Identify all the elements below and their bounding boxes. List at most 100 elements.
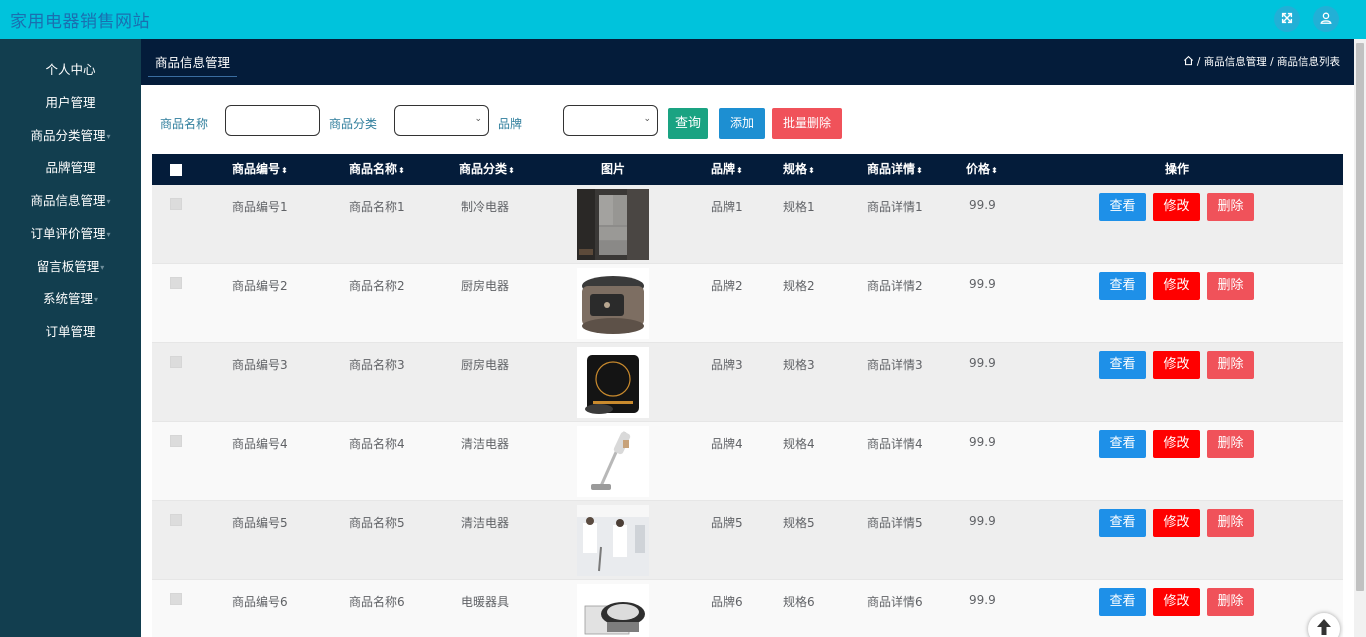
product-name-cell: 商品名称1 bbox=[349, 200, 405, 214]
sidebar-item[interactable]: 订单管理 bbox=[0, 316, 141, 348]
product-code-cell: 商品编号3 bbox=[232, 358, 288, 372]
product-spec-cell: 规格4 bbox=[783, 437, 815, 451]
product-code-cell: 商品编号1 bbox=[232, 200, 288, 214]
sidebar-item[interactable]: 用户管理 bbox=[0, 87, 141, 119]
row-checkbox[interactable] bbox=[170, 277, 182, 289]
scrollbar[interactable] bbox=[1354, 39, 1366, 637]
row-checkbox[interactable] bbox=[170, 198, 182, 210]
sidebar-item[interactable]: 商品分类管理▾ bbox=[0, 120, 141, 152]
product-image[interactable] bbox=[577, 505, 649, 576]
sort-icon[interactable]: ⬍ bbox=[808, 166, 815, 175]
sort-icon[interactable]: ⬍ bbox=[991, 166, 998, 175]
scrollbar-thumb[interactable] bbox=[1356, 43, 1364, 591]
select-all-checkbox[interactable] bbox=[170, 164, 182, 176]
sort-icon[interactable]: ⬍ bbox=[398, 166, 405, 175]
top-bar: 家用电器销售网站 bbox=[0, 0, 1366, 39]
add-button[interactable]: 添加 bbox=[719, 108, 765, 139]
view-button[interactable]: 查看 bbox=[1099, 193, 1146, 221]
product-code-cell: 商品编号5 bbox=[232, 516, 288, 530]
fullscreen-button[interactable] bbox=[1274, 6, 1300, 32]
page-tab[interactable]: 商品信息管理 bbox=[148, 52, 238, 77]
delete-button[interactable]: 删除 bbox=[1207, 509, 1254, 537]
sidebar-item-label: 商品信息管理 bbox=[30, 193, 106, 208]
sidebar-item[interactable]: 留言板管理▾ bbox=[0, 251, 141, 283]
edit-button[interactable]: 修改 bbox=[1153, 430, 1200, 458]
category-filter-select[interactable]: ⌄ bbox=[394, 105, 489, 136]
row-checkbox[interactable] bbox=[170, 356, 182, 368]
view-button[interactable]: 查看 bbox=[1099, 351, 1146, 379]
edit-button[interactable]: 修改 bbox=[1153, 588, 1200, 616]
delete-button[interactable]: 删除 bbox=[1207, 430, 1254, 458]
product-image[interactable] bbox=[577, 268, 649, 339]
sidebar-item[interactable]: 个人中心 bbox=[0, 54, 141, 86]
product-image[interactable] bbox=[577, 189, 649, 260]
view-button[interactable]: 查看 bbox=[1099, 588, 1146, 616]
sidebar-item-label: 订单评价管理 bbox=[30, 225, 106, 241]
view-button[interactable]: 查看 bbox=[1099, 272, 1146, 300]
row-checkbox[interactable] bbox=[170, 514, 182, 526]
delete-button[interactable]: 删除 bbox=[1207, 588, 1254, 616]
sort-icon[interactable]: ⬍ bbox=[281, 166, 288, 175]
sidebar-item[interactable]: 品牌管理 bbox=[0, 152, 141, 184]
breadcrumb: / 商品信息管理 / 商品信息列表 bbox=[1183, 54, 1340, 69]
caret-down-icon: ▾ bbox=[106, 229, 111, 239]
fullscreen-icon bbox=[1280, 11, 1294, 28]
product-price-cell: 99.9 bbox=[969, 277, 996, 291]
product-detail-cell: 商品详情6 bbox=[867, 595, 923, 609]
product-image[interactable] bbox=[577, 584, 649, 637]
view-button[interactable]: 查看 bbox=[1099, 509, 1146, 537]
sort-icon[interactable]: ⬍ bbox=[736, 166, 743, 175]
back-to-top-button[interactable] bbox=[1308, 613, 1340, 637]
column-header-price[interactable]: 价格⬍ bbox=[966, 154, 998, 185]
product-name-cell: 商品名称3 bbox=[349, 358, 405, 372]
sidebar-item-label: 系统管理 bbox=[42, 291, 93, 307]
sidebar-item[interactable]: 系统管理▾ bbox=[0, 283, 141, 315]
edit-button[interactable]: 修改 bbox=[1153, 351, 1200, 379]
column-header-category[interactable]: 商品分类⬍ bbox=[459, 154, 515, 185]
chevron-down-icon: ⌄ bbox=[474, 114, 482, 124]
delete-button[interactable]: 删除 bbox=[1207, 351, 1254, 379]
product-category-cell: 厨房电器 bbox=[461, 358, 510, 372]
product-name-cell: 商品名称2 bbox=[349, 279, 405, 293]
column-header-brand[interactable]: 品牌⬍ bbox=[711, 154, 743, 185]
sort-icon[interactable]: ⬍ bbox=[916, 166, 923, 175]
product-brand-cell: 品牌5 bbox=[711, 516, 743, 530]
product-detail-cell: 商品详情4 bbox=[867, 437, 923, 451]
edit-button[interactable]: 修改 bbox=[1153, 272, 1200, 300]
sidebar-item-label: 订单管理 bbox=[45, 324, 96, 339]
product-image[interactable] bbox=[577, 347, 649, 418]
product-code-cell: 商品编号4 bbox=[232, 437, 288, 451]
column-header-spec[interactable]: 规格⬍ bbox=[783, 154, 815, 185]
product-image[interactable] bbox=[577, 426, 649, 497]
brand-filter-label: 品牌 bbox=[498, 117, 523, 131]
column-header-code[interactable]: 商品编号⬍ bbox=[232, 154, 288, 185]
delete-button[interactable]: 删除 bbox=[1207, 272, 1254, 300]
product-detail-cell: 商品详情1 bbox=[867, 200, 923, 214]
category-filter-label: 商品分类 bbox=[329, 117, 378, 131]
sidebar-item-label: 个人中心 bbox=[45, 62, 96, 77]
name-filter-input[interactable] bbox=[225, 105, 320, 136]
product-spec-cell: 规格3 bbox=[783, 358, 815, 372]
edit-button[interactable]: 修改 bbox=[1153, 193, 1200, 221]
column-header-detail[interactable]: 商品详情⬍ bbox=[867, 154, 923, 185]
search-button[interactable]: 查询 bbox=[668, 108, 708, 139]
user-button[interactable] bbox=[1313, 6, 1339, 32]
sort-icon[interactable]: ⬍ bbox=[508, 166, 515, 175]
product-detail-cell: 商品详情5 bbox=[867, 516, 923, 530]
sidebar-item[interactable]: 订单评价管理▾ bbox=[0, 218, 141, 250]
brand-filter-select[interactable]: ⌄ bbox=[563, 105, 658, 136]
sidebar-item[interactable]: 商品信息管理▾ bbox=[0, 185, 141, 217]
view-button[interactable]: 查看 bbox=[1099, 430, 1146, 458]
home-icon[interactable] bbox=[1183, 55, 1197, 69]
column-header-name[interactable]: 商品名称⬍ bbox=[349, 154, 405, 185]
breadcrumb-item-1[interactable]: 商品信息管理 bbox=[1204, 54, 1267, 69]
product-detail-cell: 商品详情3 bbox=[867, 358, 923, 372]
row-checkbox[interactable] bbox=[170, 435, 182, 447]
product-category-cell: 清洁电器 bbox=[461, 437, 510, 451]
row-checkbox[interactable] bbox=[170, 593, 182, 605]
edit-button[interactable]: 修改 bbox=[1153, 509, 1200, 537]
delete-button[interactable]: 删除 bbox=[1207, 193, 1254, 221]
caret-down-icon: ▾ bbox=[100, 262, 105, 272]
batch-delete-button[interactable]: 批量删除 bbox=[772, 108, 842, 139]
product-spec-cell: 规格6 bbox=[783, 595, 815, 609]
